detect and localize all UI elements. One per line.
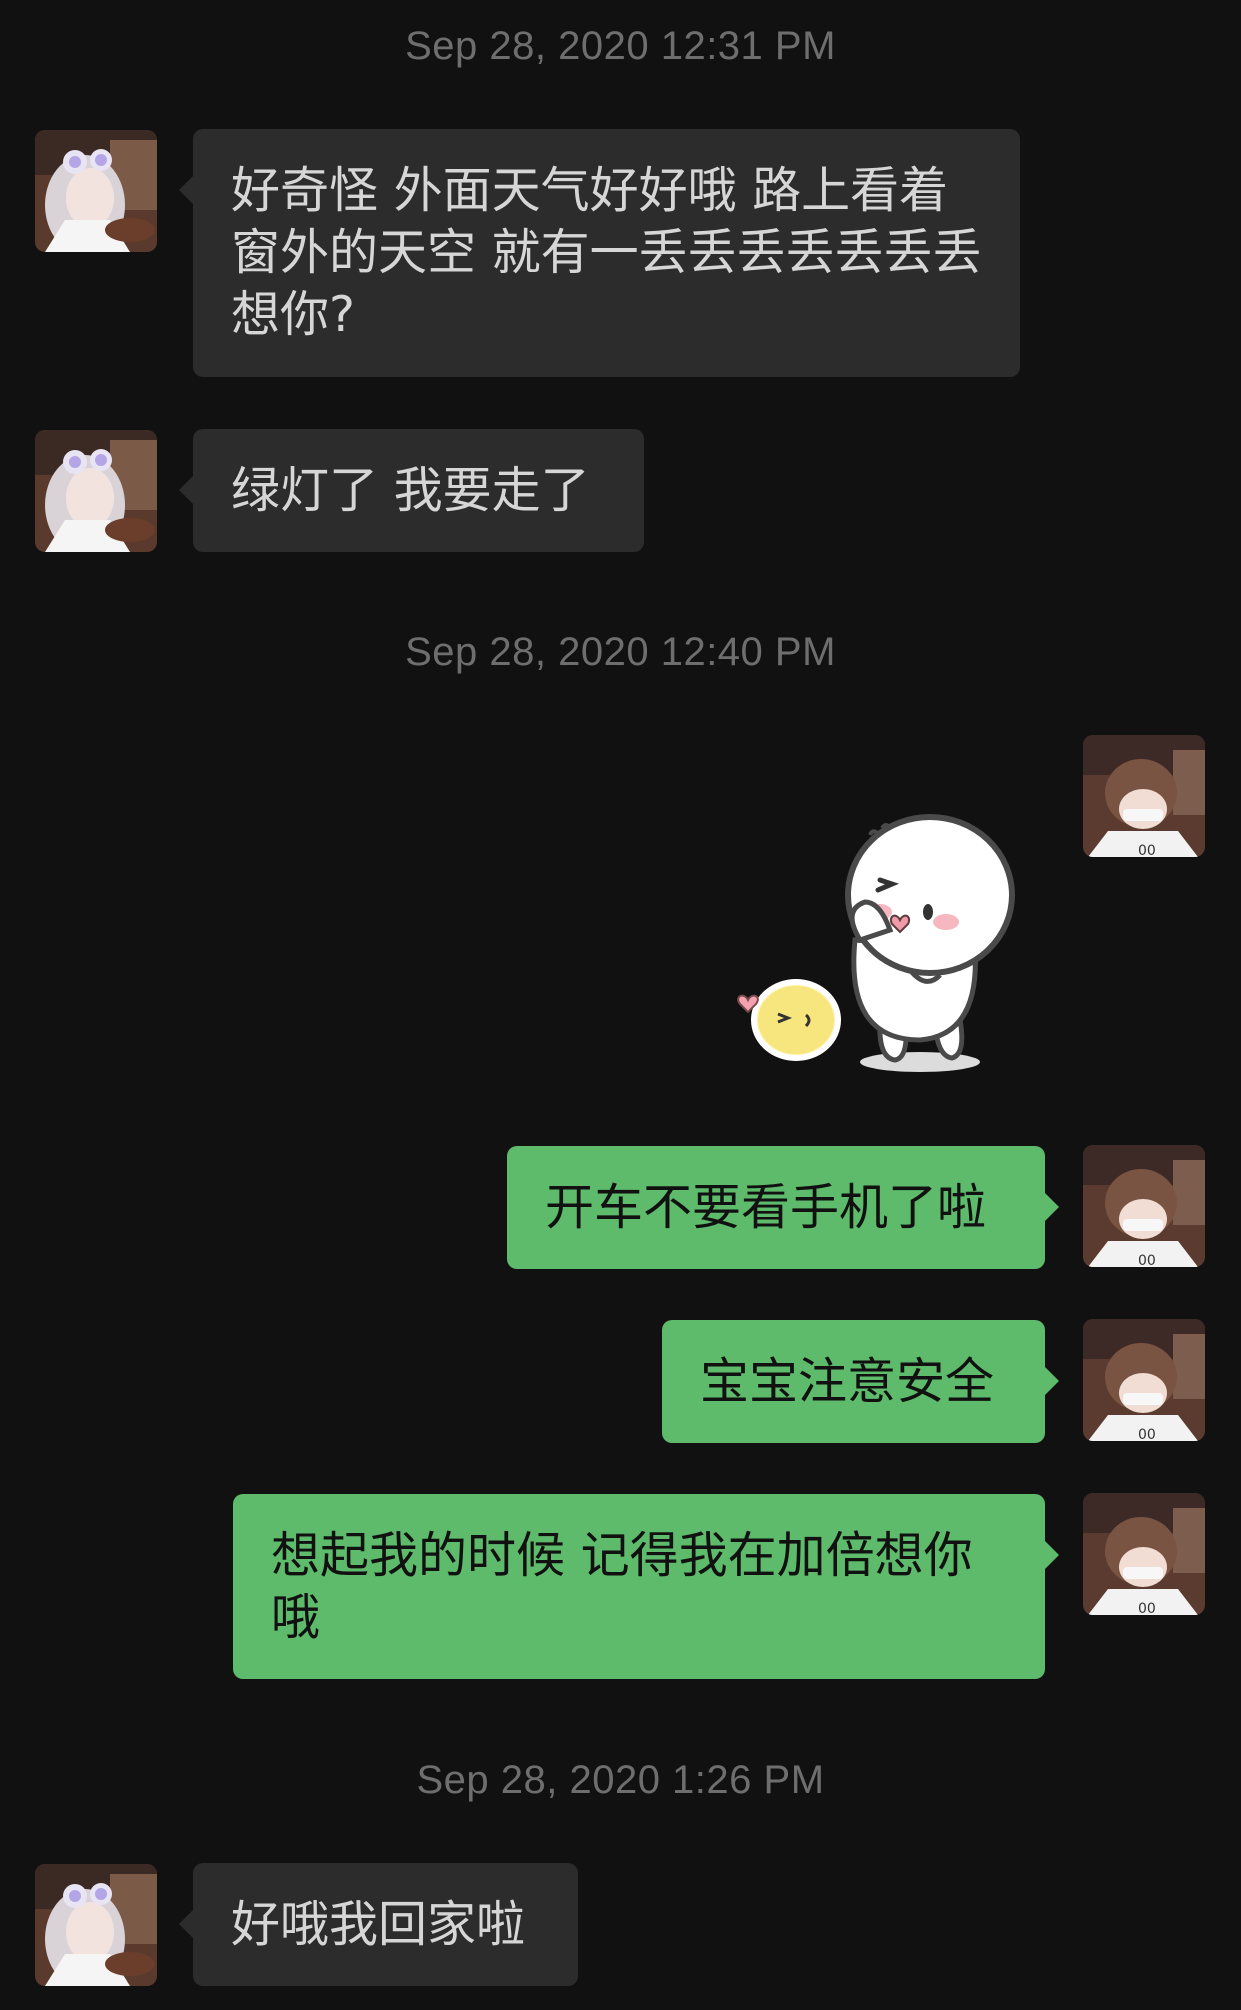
svg-text:00: 00 (1138, 1253, 1156, 1267)
my-avatar[interactable]: 00 (1083, 1493, 1205, 1615)
my-avatar[interactable]: 00 (1083, 1319, 1205, 1441)
message-bubble-incoming[interactable]: 绿灯了 我要走了 (179, 429, 644, 552)
message-bubble-incoming[interactable]: 好奇怪 外面天气好好哦 路上看着窗外的天空 就有一丢丢丢丢丢丢丢想你? (179, 129, 1020, 377)
contact-avatar[interactable] (35, 130, 157, 252)
anime-boy-avatar-image: 00 (1083, 1319, 1205, 1441)
sticker-message[interactable] (730, 790, 1030, 1090)
contact-avatar[interactable] (35, 430, 157, 552)
svg-text:00: 00 (1138, 1427, 1156, 1441)
anime-girl-avatar-image (35, 430, 157, 552)
my-avatar[interactable]: 00 (1083, 735, 1205, 857)
anime-boy-avatar-image: 00 (1083, 735, 1205, 857)
white-blob-kiss-sticker (737, 814, 1015, 1072)
svg-text:00: 00 (1138, 1601, 1156, 1615)
message-bubble-outgoing[interactable]: 宝宝注意安全 (662, 1320, 1059, 1443)
anime-girl-avatar-image (35, 130, 157, 252)
timestamp: Sep 28, 2020 12:40 PM (405, 630, 836, 674)
my-avatar[interactable]: 00 (1083, 1145, 1205, 1267)
anime-girl-avatar-image (35, 1864, 157, 1986)
timestamp: Sep 28, 2020 12:31 PM (405, 24, 836, 68)
anime-boy-avatar-image: 00 (1083, 1493, 1205, 1615)
contact-avatar[interactable] (35, 1864, 157, 1986)
message-bubble-outgoing[interactable]: 想起我的时候 记得我在加倍想你哦 (233, 1494, 1059, 1679)
message-bubble-outgoing[interactable]: 开车不要看手机了啦 (507, 1146, 1059, 1269)
timestamp: Sep 28, 2020 1:26 PM (416, 1758, 825, 1802)
anime-boy-avatar-image: 00 (1083, 1145, 1205, 1267)
svg-text:00: 00 (1138, 843, 1156, 857)
message-bubble-incoming[interactable]: 好哦我回家啦 (179, 1863, 578, 1986)
